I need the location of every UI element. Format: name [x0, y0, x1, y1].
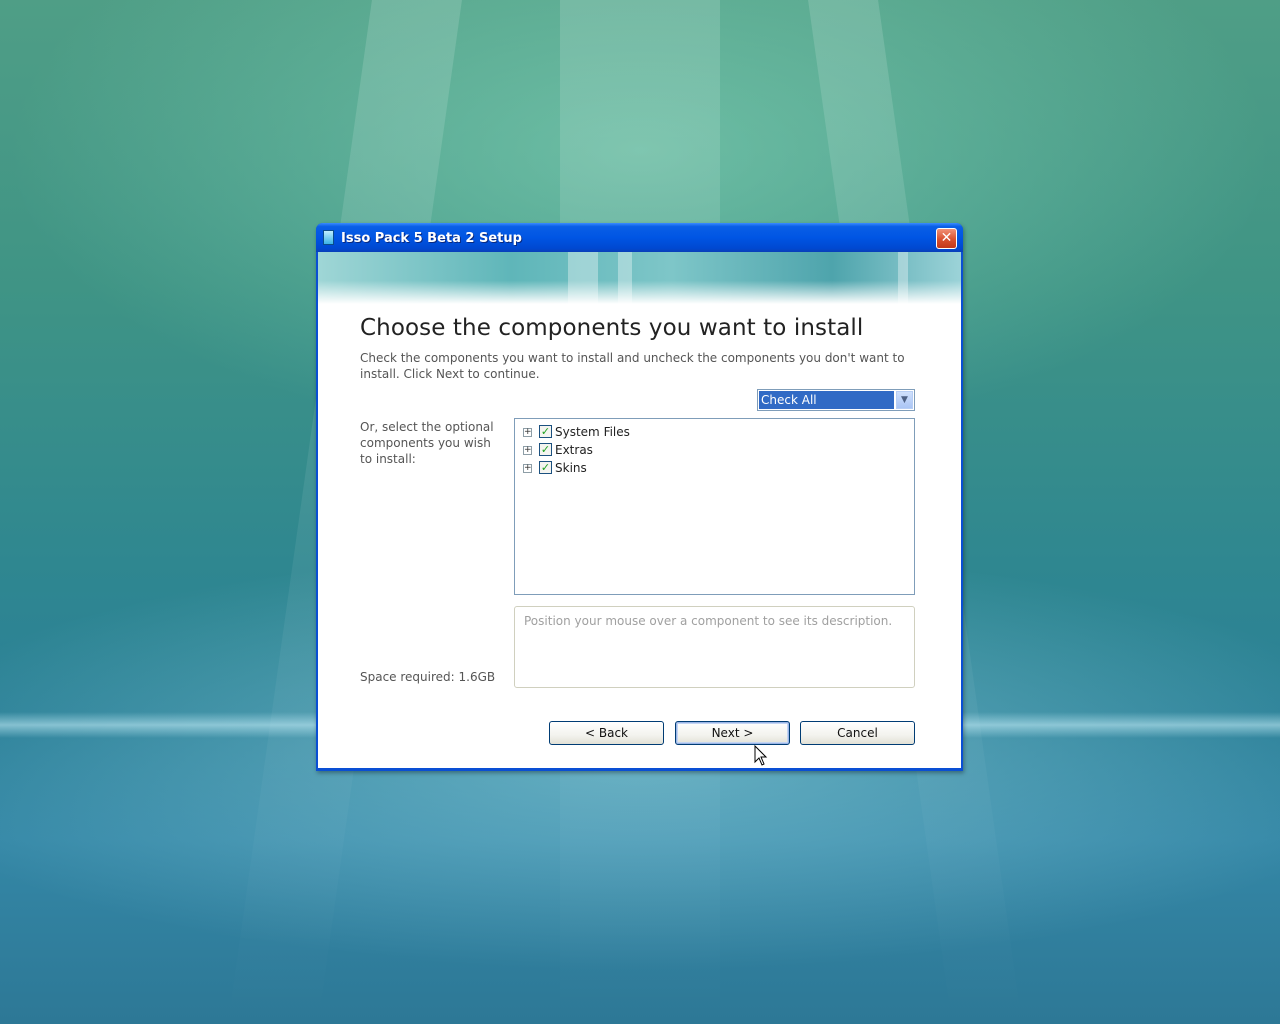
- title-bar[interactable]: Isso Pack 5 Beta 2 Setup ✕: [316, 223, 963, 252]
- close-button[interactable]: ✕: [936, 228, 957, 249]
- install-type-value: Check All: [759, 391, 894, 409]
- banner-ray: [618, 252, 632, 304]
- chevron-down-icon[interactable]: ▼: [896, 391, 913, 409]
- expand-icon[interactable]: +: [523, 446, 532, 455]
- banner-ray: [898, 252, 908, 304]
- mouse-cursor-icon: [754, 745, 768, 766]
- expand-icon[interactable]: +: [523, 464, 532, 473]
- installer-app-icon: [323, 230, 334, 245]
- banner-ray: [568, 252, 598, 304]
- setup-window: Isso Pack 5 Beta 2 Setup ✕ Choose the co…: [316, 223, 963, 771]
- space-required-label: Space required: 1.6GB: [360, 670, 496, 684]
- wizard-page: Choose the components you want to instal…: [318, 252, 961, 768]
- expand-icon[interactable]: +: [523, 428, 532, 437]
- header-banner: [318, 252, 961, 304]
- tree-item-label: Extras: [555, 443, 593, 457]
- component-description-box: Position your mouse over a component to …: [514, 606, 915, 688]
- tree-item-label: Skins: [555, 461, 587, 475]
- cancel-button[interactable]: Cancel: [800, 721, 915, 745]
- back-button[interactable]: < Back: [549, 721, 664, 745]
- components-label: Or, select the optional components you w…: [360, 420, 494, 466]
- description-placeholder: Position your mouse over a component to …: [524, 614, 893, 628]
- page-description: Check the components you want to install…: [360, 351, 905, 381]
- window-title: Isso Pack 5 Beta 2 Setup: [341, 231, 522, 246]
- components-tree[interactable]: + ✓ System Files + ✓ Extras + ✓ Skins: [514, 418, 915, 595]
- desktop-background: Isso Pack 5 Beta 2 Setup ✕ Choose the co…: [0, 0, 1280, 1024]
- checkbox-system-files[interactable]: ✓: [539, 425, 552, 438]
- next-button[interactable]: Next >: [675, 721, 790, 745]
- tree-item-label: System Files: [555, 425, 630, 439]
- checkbox-skins[interactable]: ✓: [539, 461, 552, 474]
- checkbox-extras[interactable]: ✓: [539, 443, 552, 456]
- page-title: Choose the components you want to instal…: [360, 315, 864, 341]
- install-type-select[interactable]: Check All ▼: [757, 389, 915, 411]
